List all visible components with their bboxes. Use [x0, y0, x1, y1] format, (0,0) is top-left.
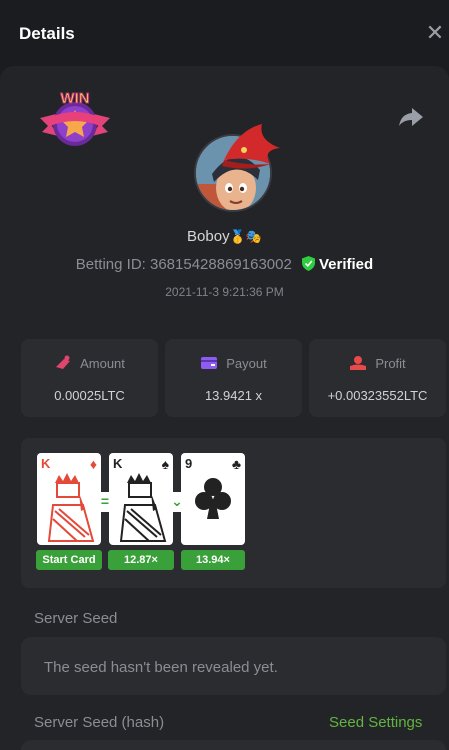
- page-title: Details: [19, 24, 75, 43]
- server-seed-hash-label: Server Seed (hash): [34, 714, 165, 731]
- multiplier-button[interactable]: 12.87×: [108, 550, 174, 570]
- payout-value: 13.9421 x: [204, 388, 263, 403]
- bet-timestamp: 2021-11-3 9:21:36 PM: [165, 285, 284, 299]
- profit-card: Profit +0.00323552LTC: [309, 339, 446, 417]
- coin-icon: [56, 355, 71, 369]
- win-badge-icon: WIN: [40, 90, 110, 146]
- king-figure-icon: [47, 473, 95, 542]
- username: Boboy🥇🎭: [0, 228, 449, 245]
- amount-value: 0.00025LTC: [54, 388, 125, 403]
- king-figure-icon: [119, 473, 167, 542]
- amount-label: Amount: [80, 356, 125, 371]
- multiplier-button[interactable]: 13.94×: [181, 550, 245, 570]
- club-suit-icon: [195, 478, 231, 519]
- betting-id-value: 36815428869163002: [150, 256, 292, 273]
- verified-label: Verified: [319, 256, 374, 273]
- playing-card: K ♦: [37, 453, 101, 545]
- seed-settings-link[interactable]: Seed Settings: [329, 714, 422, 731]
- betting-id-label: Betting ID:: [75, 256, 146, 273]
- header: Details ✕: [0, 0, 449, 66]
- amount-card: Amount 0.00025LTC: [21, 339, 158, 417]
- payout-label: Payout: [226, 356, 267, 371]
- playing-card: K ♠: [109, 453, 173, 545]
- username-emoji: 🥇🎭: [229, 229, 262, 244]
- hand-coin-icon: [350, 356, 367, 370]
- server-seed-text: The seed hasn't been revealed yet.: [44, 659, 278, 676]
- wizard-hat-icon: [222, 124, 280, 169]
- profit-label: Profit: [375, 356, 406, 371]
- payout-card: Payout 13.9421 x: [165, 339, 302, 417]
- start-card-button[interactable]: Start Card: [36, 550, 102, 570]
- server-seed-field: The seed hasn't been revealed yet.: [21, 637, 446, 695]
- server-seed-label: Server Seed: [34, 610, 118, 627]
- username-text: Boboy: [187, 228, 230, 245]
- close-icon[interactable]: ✕: [424, 22, 446, 44]
- share-icon[interactable]: [398, 106, 424, 128]
- win-badge-text: WIN: [60, 90, 89, 107]
- profit-value: +0.00323552LTC: [327, 388, 428, 403]
- wallet-icon: [201, 357, 218, 369]
- verified-shield-icon: [302, 256, 315, 271]
- betting-id-row: Betting ID: 36815428869163002 Verified: [0, 256, 449, 273]
- server-seed-hash-field: [21, 740, 446, 750]
- playing-card: 9 ♣: [181, 453, 245, 545]
